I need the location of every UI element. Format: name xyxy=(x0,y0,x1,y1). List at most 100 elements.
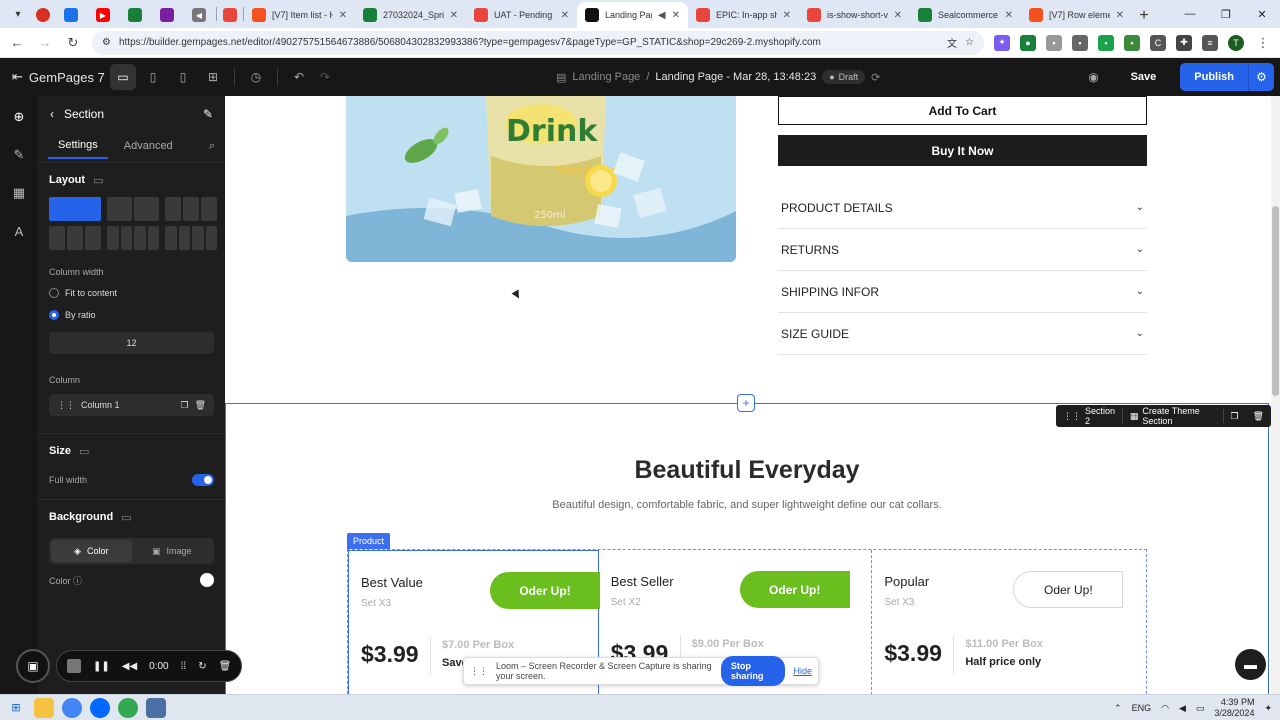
templates-icon[interactable]: ✎ xyxy=(8,144,30,166)
redo-icon[interactable]: ↷ xyxy=(312,64,338,90)
tab-pinned-6[interactable]: ◀ xyxy=(184,2,216,28)
extensions-puzzle-icon[interactable]: ✚ xyxy=(1176,34,1192,51)
section-subheading[interactable]: Beautiful design, comfortable fabric, an… xyxy=(225,499,1269,511)
chrome-profile-icon[interactable] xyxy=(62,697,82,718)
copilot-icon[interactable]: ✦ xyxy=(1264,703,1272,714)
help-icon[interactable]: ⓘ xyxy=(73,576,82,586)
page-title[interactable]: Landing Page - Mar 28, 13:48:23 xyxy=(655,71,816,83)
sync-icon[interactable]: ⟳ xyxy=(871,71,880,84)
tray-chevron-icon[interactable]: ⌃ xyxy=(1114,703,1122,714)
tab-pinned-7[interactable] xyxy=(217,2,243,28)
order-button[interactable]: Oder Up! xyxy=(739,571,850,608)
grid-icon[interactable]: ⁞⁞ xyxy=(181,661,187,672)
search-icon[interactable]: ⌕ xyxy=(209,140,215,153)
layout-option-3col[interactable] xyxy=(165,197,217,221)
accordion-size-guide[interactable]: SIZE GUIDE ⌄ xyxy=(778,313,1147,355)
layout-option-4col[interactable] xyxy=(107,226,159,250)
fit-to-content-radio[interactable]: Fit to content xyxy=(38,282,225,304)
chat-support-icon[interactable]: ▬ xyxy=(1235,649,1266,680)
reading-list-icon[interactable]: ≡ xyxy=(1202,34,1218,51)
restore-icon[interactable]: ❐ xyxy=(1208,0,1244,28)
tab-search-icon[interactable]: ▾ xyxy=(6,2,30,26)
section-heading[interactable]: Beautiful Everyday xyxy=(225,456,1269,485)
more-menu-icon[interactable]: ⋮ xyxy=(1254,34,1272,52)
layout-option-3col-b[interactable] xyxy=(49,226,101,250)
tablet-device-icon[interactable]: ▯ xyxy=(140,64,166,90)
ratio-input[interactable]: 12 xyxy=(49,332,214,354)
back-chevron-icon[interactable]: ‹ xyxy=(50,107,54,121)
tab-short-video[interactable]: is-show-short-vid✕ xyxy=(799,2,910,28)
trash-icon[interactable]: 🗑 xyxy=(195,400,206,411)
publish-settings-icon[interactable]: ⚙ xyxy=(1248,63,1274,91)
restart-icon[interactable]: ↻ xyxy=(198,661,206,672)
new-tab-button[interactable]: + xyxy=(1132,4,1156,28)
save-button[interactable]: Save xyxy=(1117,63,1171,91)
tab-pinned-1[interactable] xyxy=(30,2,56,28)
back-icon[interactable]: ← xyxy=(8,34,26,52)
drag-handle-icon[interactable]: ⋮⋮ xyxy=(57,400,75,411)
windows-start-icon[interactable]: ⊞ xyxy=(6,698,26,718)
desktop-device-icon[interactable]: ▭ xyxy=(110,64,136,90)
extension-icon-3[interactable]: ▪ xyxy=(1046,34,1062,51)
duplicate-section-icon[interactable]: ❐ xyxy=(1224,405,1246,427)
close-icon[interactable]: ✕ xyxy=(672,10,680,21)
accordion-product-details[interactable]: PRODUCT DETAILS ⌄ xyxy=(778,187,1147,229)
tab-pinned-2[interactable] xyxy=(56,2,88,28)
file-explorer-icon[interactable] xyxy=(34,697,54,718)
close-icon[interactable]: ✕ xyxy=(450,10,458,21)
minimize-icon[interactable]: — xyxy=(1172,0,1208,28)
zalo-icon[interactable] xyxy=(90,697,110,718)
extension-icon-2[interactable]: ● xyxy=(1020,34,1036,51)
stop-sharing-button[interactable]: Stop sharing xyxy=(720,656,786,686)
layout-device-icon[interactable]: ⊞ xyxy=(200,64,226,90)
section-label[interactable]: ⋮⋮ Section 2 xyxy=(1056,405,1122,427)
extension-icon-7[interactable]: C xyxy=(1150,34,1166,51)
tab-epic[interactable]: EPIC: In-app short✕ xyxy=(688,2,799,28)
extension-icon-4[interactable]: ▪ xyxy=(1072,34,1088,51)
hide-link[interactable]: Hide xyxy=(793,666,812,676)
mobile-device-icon[interactable]: ▯ xyxy=(170,64,196,90)
extension-icon-6[interactable]: ▪ xyxy=(1124,34,1140,51)
by-ratio-radio[interactable]: By ratio xyxy=(38,304,225,326)
add-section-button[interactable]: + xyxy=(737,394,755,412)
tab-uat[interactable]: UAT - Pending - S✕ xyxy=(466,2,577,28)
extension-icon-5[interactable]: ▪ xyxy=(1098,34,1114,51)
column-item[interactable]: ⋮⋮ Column 1 ❐ 🗑 xyxy=(49,394,214,416)
add-element-icon[interactable]: ⊕ xyxy=(8,106,30,128)
canvas-scrollbar[interactable] xyxy=(1271,96,1280,694)
close-window-icon[interactable]: ✕ xyxy=(1244,0,1280,28)
ai-icon[interactable]: A xyxy=(8,220,30,242)
history-icon[interactable]: ◷ xyxy=(243,64,269,90)
layers-icon[interactable]: ▦ xyxy=(8,182,30,204)
color-swatch[interactable] xyxy=(200,573,214,587)
scrollbar-thumb[interactable] xyxy=(1272,206,1279,396)
add-to-cart-button[interactable]: Add To Cart xyxy=(778,96,1147,125)
duplicate-icon[interactable]: ❐ xyxy=(180,400,188,411)
order-button[interactable]: Oder Up! xyxy=(1013,571,1124,608)
url-bar[interactable]: ⚙ https://builder.gempages.net/editor/49… xyxy=(92,30,984,55)
tab-pinned-3[interactable]: ▶ xyxy=(88,2,120,28)
volume-icon[interactable]: ◀ xyxy=(1179,703,1186,714)
close-icon[interactable]: ✕ xyxy=(339,10,347,21)
accordion-returns[interactable]: RETURNS ⌄ xyxy=(778,229,1147,271)
taskbar-clock[interactable]: 4:39 PM 3/28/2024 xyxy=(1214,697,1254,719)
pricing-card[interactable]: Popular Set X3 Oder Up! $3.99 $11.00 Per… xyxy=(872,550,1146,694)
site-info-icon[interactable]: ⚙ xyxy=(102,37,111,48)
bookmark-star-icon[interactable]: ☆ xyxy=(965,37,974,48)
bg-color-tab[interactable]: ◈ Color xyxy=(51,540,132,562)
order-button[interactable]: Oder Up! xyxy=(490,572,600,609)
chrome-icon[interactable] xyxy=(118,697,138,718)
tab-advanced[interactable]: Advanced xyxy=(114,134,183,158)
publish-button[interactable]: Publish xyxy=(1180,63,1248,91)
product-element-tag[interactable]: Product xyxy=(347,533,391,549)
wifi-icon[interactable]: ◠ xyxy=(1161,703,1169,714)
product-image[interactable]: Drink New flavor 250ml xyxy=(346,96,736,262)
tab-settings[interactable]: Settings xyxy=(48,133,108,159)
tab-pinned-5[interactable] xyxy=(152,2,184,28)
rewind-icon[interactable]: ◀◀ xyxy=(122,661,137,672)
buy-now-button[interactable]: Buy It Now xyxy=(778,135,1147,166)
tab-row-element[interactable]: [V7] Row element✕ xyxy=(1021,2,1132,28)
close-icon[interactable]: ✕ xyxy=(783,10,791,21)
undo-icon[interactable]: ↶ xyxy=(286,64,312,90)
close-icon[interactable]: ✕ xyxy=(561,10,569,21)
